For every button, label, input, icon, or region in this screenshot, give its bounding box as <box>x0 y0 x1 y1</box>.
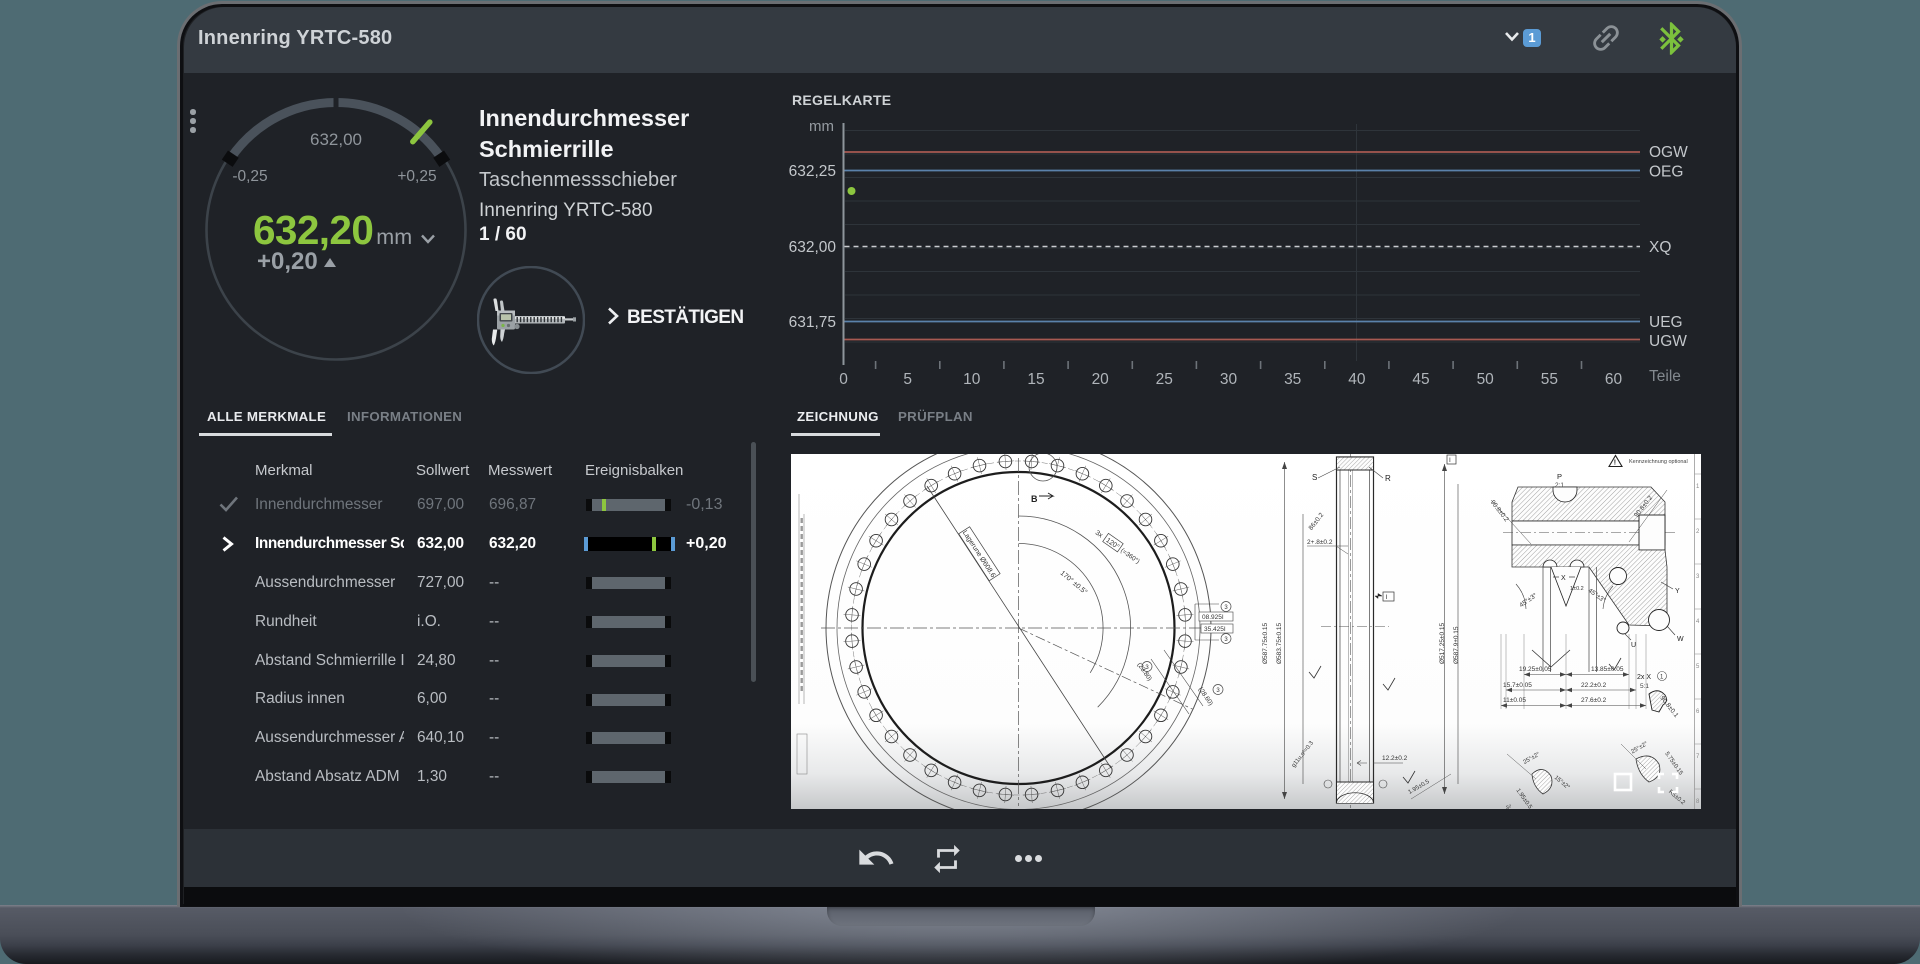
svg-text:632,00: 632,00 <box>789 239 837 256</box>
svg-text:5: 5 <box>903 371 912 388</box>
svg-text:Y: Y <box>1675 588 1680 595</box>
svg-text:R: R <box>1385 474 1391 483</box>
svg-text:W: W <box>1677 636 1684 643</box>
svg-text:27.6±0.2: 27.6±0.2 <box>1581 697 1607 704</box>
svg-text:50: 50 <box>1477 371 1495 388</box>
svg-text:11±0.05: 11±0.05 <box>1503 697 1526 704</box>
svg-text:40: 40 <box>1348 371 1366 388</box>
svg-text:25: 25 <box>1156 371 1173 388</box>
svg-text:B: B <box>1031 494 1038 504</box>
svg-text:08.925I: 08.925I <box>1202 614 1224 621</box>
svg-text:10: 10 <box>963 371 981 388</box>
svg-text:55: 55 <box>1541 371 1558 388</box>
svg-text:12.2±0.2: 12.2±0.2 <box>1382 755 1408 762</box>
svg-text:I: I <box>1449 457 1451 464</box>
svg-text:60: 60 <box>1605 371 1623 388</box>
svg-text:!: ! <box>1614 460 1616 467</box>
svg-text:UGW: UGW <box>1649 333 1687 350</box>
svg-text:S: S <box>1312 473 1317 482</box>
svg-text:U: U <box>1631 642 1636 649</box>
svg-text:X: X <box>1561 575 1566 582</box>
svg-text:15: 15 <box>1027 371 1044 388</box>
svg-text:631,75: 631,75 <box>789 314 836 331</box>
svg-text:s²: s² <box>1506 805 1511 809</box>
svg-text:5:1: 5:1 <box>1640 683 1649 690</box>
svg-text:OGW: OGW <box>1649 144 1688 161</box>
svg-text:Kennzeichnung optional: Kennzeichnung optional <box>1629 459 1688 465</box>
svg-text:Ø587.9±0.15: Ø587.9±0.15 <box>1453 626 1460 664</box>
svg-text:Ø587.75±0.15: Ø587.75±0.15 <box>1262 622 1269 664</box>
svg-text:0: 0 <box>839 371 848 388</box>
svg-text:2:1: 2:1 <box>1555 482 1564 489</box>
svg-text:P: P <box>1557 472 1562 481</box>
svg-text:Ø583.75±0.15: Ø583.75±0.15 <box>1276 622 1283 664</box>
svg-text:632,25: 632,25 <box>789 163 836 180</box>
svg-text:20: 20 <box>1092 371 1110 388</box>
svg-text:35.425I: 35.425I <box>1204 626 1226 633</box>
svg-text:XQ: XQ <box>1649 239 1671 256</box>
svg-text:45: 45 <box>1412 371 1429 388</box>
svg-text:13.85±0.05: 13.85±0.05 <box>1591 666 1624 673</box>
svg-text:mm: mm <box>809 118 834 135</box>
svg-text:UEG: UEG <box>1649 314 1683 331</box>
svg-text:30: 30 <box>1220 371 1238 388</box>
svg-text:2+.8±0.2: 2+.8±0.2 <box>1307 539 1333 546</box>
svg-text:15.7±0.05: 15.7±0.05 <box>1503 682 1532 689</box>
svg-text:I: I <box>1386 594 1388 601</box>
svg-text:35: 35 <box>1284 371 1301 388</box>
svg-text:1±0.2: 1±0.2 <box>1570 586 1584 592</box>
svg-text:Ø517.25±0.15: Ø517.25±0.15 <box>1439 622 1446 664</box>
svg-text:2x X: 2x X <box>1637 674 1651 681</box>
svg-text:22.2±0.2: 22.2±0.2 <box>1581 682 1607 689</box>
svg-text:Teile: Teile <box>1649 368 1681 385</box>
svg-text:OEG: OEG <box>1649 164 1683 181</box>
